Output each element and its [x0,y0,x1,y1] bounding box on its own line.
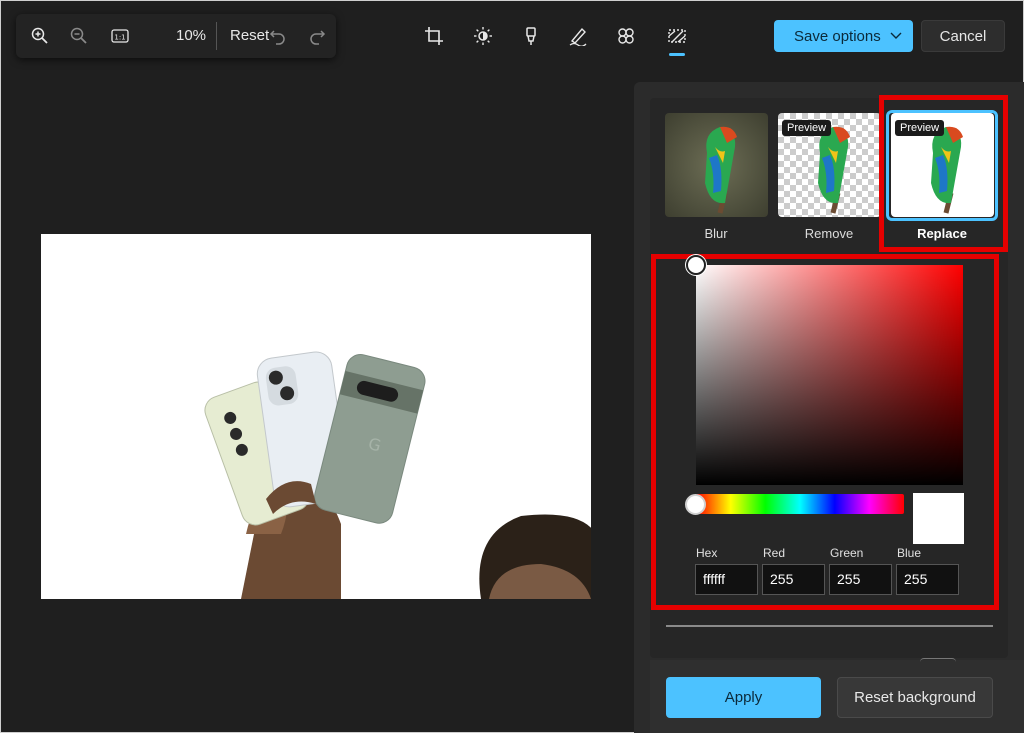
brightness-icon[interactable] [471,24,495,48]
red-label: Red [763,546,786,560]
remove-preview-tag: Preview [782,120,832,136]
remove-option-label: Remove [804,226,854,241]
zoom-level: 10% [176,27,207,44]
replace-highlight-box [879,95,1008,252]
svg-text:1:1: 1:1 [114,34,125,42]
draw-icon[interactable] [566,24,590,48]
blue-field[interactable]: 255 [896,564,959,595]
redo-icon[interactable] [305,24,329,48]
saturation-handle[interactable] [686,255,706,275]
photo-content: G [41,234,591,599]
red-field[interactable]: 255 [762,564,825,595]
selected-color-swatch [913,493,964,544]
hex-label: Hex [696,546,718,560]
hex-field[interactable]: ffffff [695,564,758,595]
effects-icon[interactable] [614,24,638,48]
save-options-button[interactable]: Save options [774,20,913,52]
background-icon[interactable] [665,24,689,48]
apply-button[interactable]: Apply [666,677,821,718]
crop-icon[interactable] [422,24,446,48]
green-label: Green [830,546,864,560]
edited-image-canvas[interactable]: G [41,234,591,599]
markup-icon[interactable] [519,24,543,48]
reset-zoom-button[interactable]: Reset [230,27,269,44]
zoom-toolbar: 1:1 10% Reset [16,14,336,58]
green-field[interactable]: 255 [829,564,892,595]
cancel-button[interactable]: Cancel [921,20,1005,52]
blur-option-label: Blur [704,226,728,241]
hue-slider[interactable] [696,494,904,514]
scroll-indicator [920,658,956,662]
saturation-value-area[interactable] [696,265,963,485]
save-options-label: Save options [794,27,881,45]
actual-size-button[interactable]: 1:1 [108,24,132,48]
undo-icon[interactable] [266,24,290,48]
zoom-in-icon[interactable] [28,24,52,48]
blue-label: Blue [897,546,922,560]
active-tool-indicator [669,53,685,56]
panel-divider [666,625,993,627]
toolbar-separator [216,22,217,50]
zoom-out-icon[interactable] [67,24,91,48]
blur-option-thumbnail[interactable] [665,113,768,217]
chevron-down-icon [890,32,902,39]
hue-handle[interactable] [685,494,706,515]
reset-background-button[interactable]: Reset background [837,677,993,718]
